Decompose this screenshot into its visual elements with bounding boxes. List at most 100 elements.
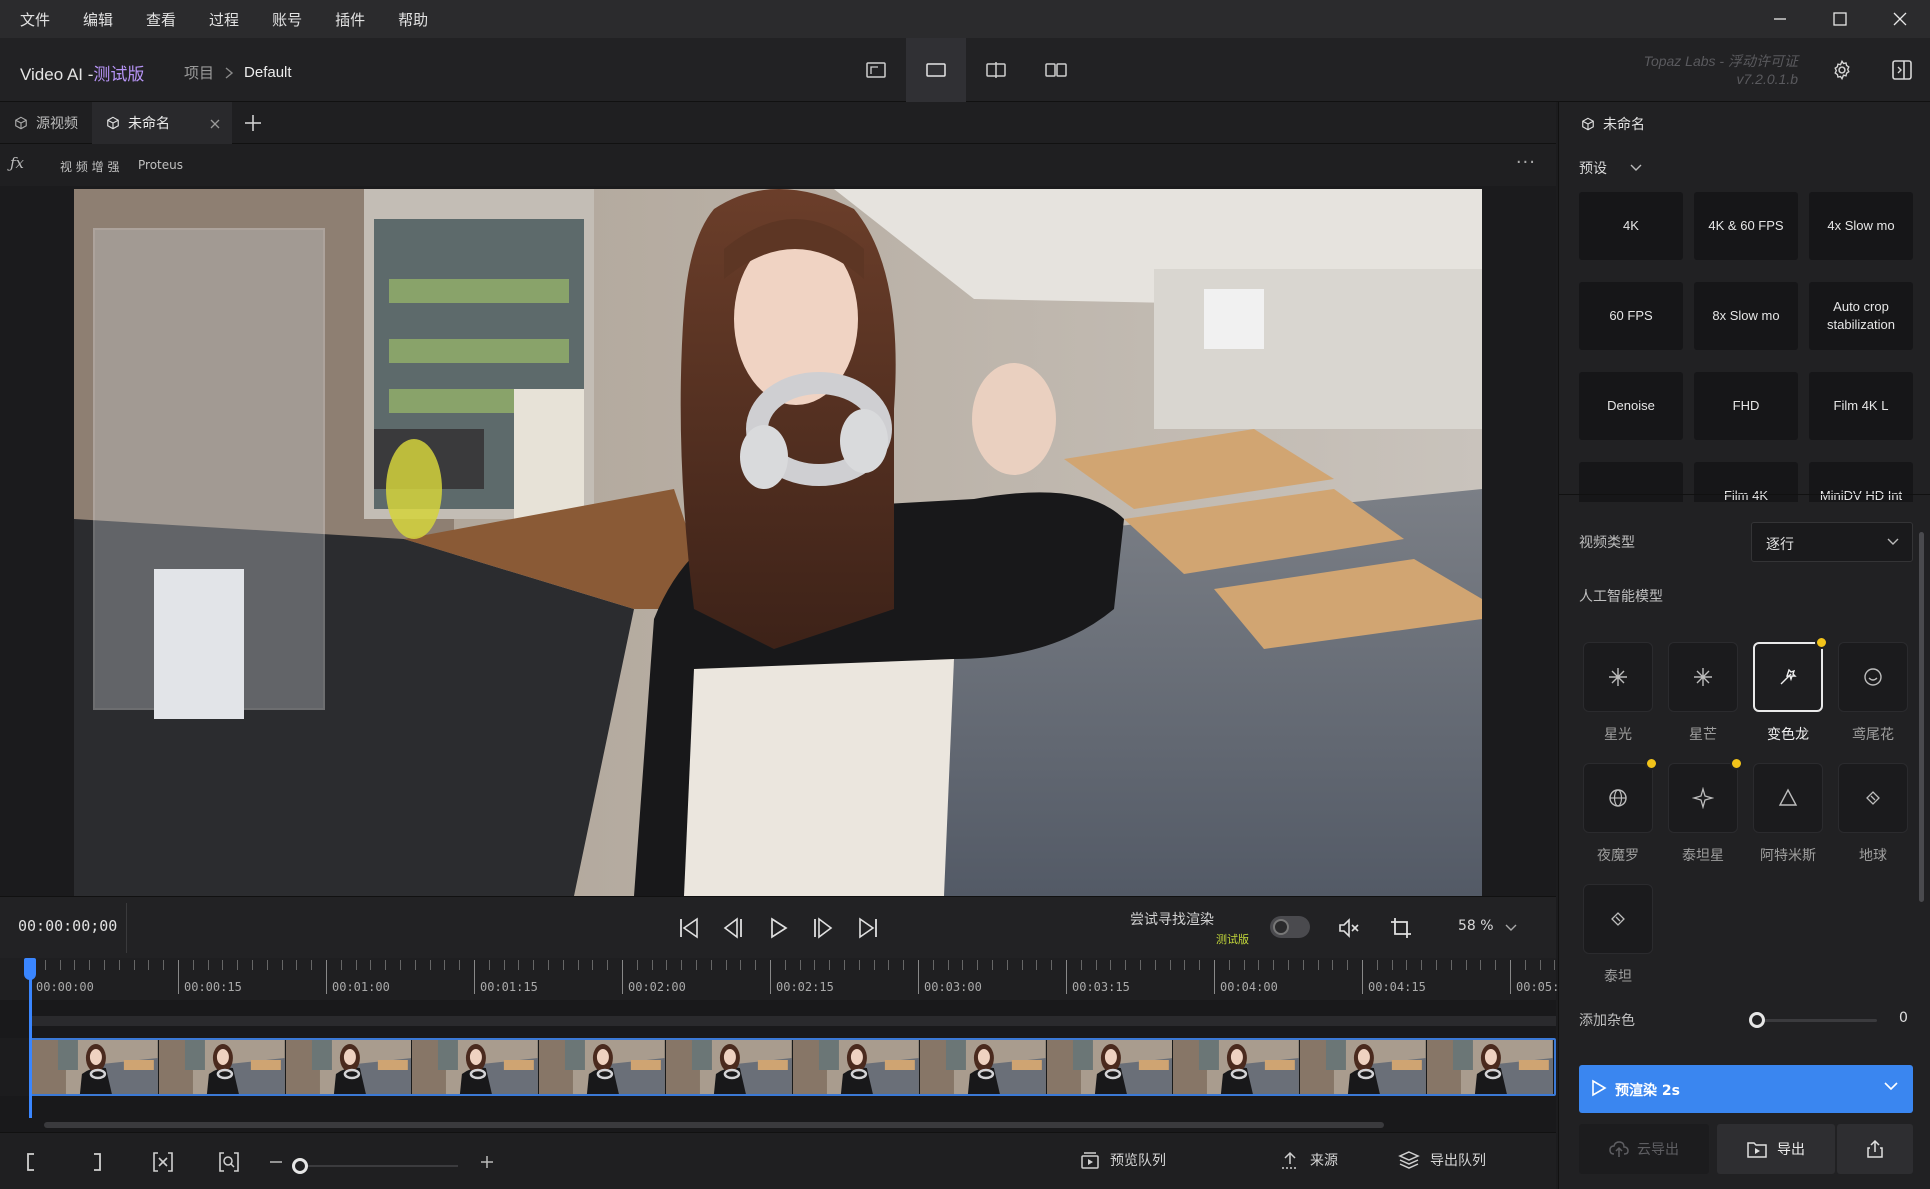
menu-help[interactable]: 帮助	[398, 9, 428, 30]
view-mode-side-by-side[interactable]	[1026, 38, 1086, 102]
auto-render-toggle[interactable]	[1270, 916, 1310, 938]
pre-render-button[interactable]: 预渲染 2s	[1579, 1065, 1913, 1113]
ai-model-tile-5[interactable]	[1668, 763, 1738, 833]
preset-1[interactable]: 4K & 60 FPS	[1694, 192, 1798, 260]
tab-close-button[interactable]	[210, 114, 220, 133]
preset-2[interactable]: 4x Slow mo	[1809, 192, 1913, 260]
preset-9[interactable]	[1579, 462, 1683, 502]
ruler-minor-tick	[222, 960, 223, 970]
presets-dropdown[interactable]: 预设	[1579, 158, 1643, 178]
tab-source-video[interactable]: 源视频	[0, 102, 92, 144]
source-button[interactable]: 来源	[1280, 1150, 1338, 1170]
maximize-icon	[1833, 12, 1847, 26]
video-frame[interactable]	[74, 189, 1482, 896]
go-to-end-button[interactable]	[853, 913, 883, 943]
source-label: 来源	[1310, 1153, 1338, 1169]
ruler-label: 00:02:15	[776, 980, 834, 994]
timecode[interactable]: 00:00:00;00	[18, 917, 117, 935]
menu-file[interactable]: 文件	[20, 9, 50, 30]
ai-model-tile-3[interactable]	[1838, 642, 1908, 712]
menu-account[interactable]: 账号	[272, 9, 302, 30]
crop-button[interactable]	[1386, 913, 1416, 943]
filmstrip-thumbnail	[792, 1040, 920, 1094]
play-button[interactable]	[763, 913, 793, 943]
playhead-handle[interactable]	[24, 958, 36, 980]
single-view-icon	[926, 63, 946, 77]
preset-8[interactable]: Film 4K L	[1809, 372, 1913, 440]
noise-slider-knob[interactable]	[1749, 1012, 1765, 1028]
enhance-chip[interactable]: 视 频 增 强	[60, 158, 119, 175]
ruler-label: 00:01:00	[332, 980, 390, 994]
ruler-minor-tick	[903, 960, 904, 970]
previous-frame-button[interactable]	[718, 913, 748, 943]
zoom-slider-knob[interactable]	[292, 1158, 308, 1174]
export-button[interactable]: 导出	[1717, 1124, 1835, 1174]
noise-slider-track[interactable]	[1757, 1019, 1877, 1022]
playhead-line[interactable]	[29, 958, 32, 1118]
more-options-icon[interactable]: ···	[1516, 152, 1536, 173]
mark-out-button[interactable]	[84, 1149, 110, 1175]
add-tab-button[interactable]	[232, 102, 274, 144]
ai-model-tile-8[interactable]	[1583, 884, 1653, 954]
preview-queue-button[interactable]: 预览队列	[1080, 1150, 1166, 1170]
maximize-button[interactable]	[1810, 0, 1870, 38]
share-button[interactable]	[1837, 1124, 1913, 1174]
panel-scrollbar[interactable]	[1919, 532, 1924, 902]
toggle-panel-button[interactable]	[1882, 50, 1922, 90]
cloud-export-button[interactable]: 云导出	[1579, 1124, 1709, 1174]
mute-button[interactable]	[1334, 913, 1364, 943]
model-chip[interactable]: Proteus	[138, 158, 183, 172]
menu-process[interactable]: 过程	[209, 9, 239, 30]
zoom-in-button[interactable]	[474, 1149, 500, 1175]
ai-model-tile-1[interactable]	[1668, 642, 1738, 712]
close-window-button[interactable]	[1870, 0, 1930, 38]
clear-marks-button[interactable]	[150, 1149, 176, 1175]
menu-view[interactable]: 查看	[146, 9, 176, 30]
timeline-ruler[interactable]: 00:00:00 00:00:15 00:01:00 00:01:15 00:02:00…	[0, 958, 1574, 1000]
view-mode-crop[interactable]	[846, 38, 906, 102]
filmstrip-thumbnail	[1046, 1040, 1174, 1094]
view-mode-single[interactable]	[906, 38, 966, 102]
preset-0[interactable]: 4K	[1579, 192, 1683, 260]
breadcrumb-projects[interactable]: 项目	[184, 62, 214, 83]
minimize-button[interactable]	[1750, 0, 1810, 38]
preset-10[interactable]: Film 4K	[1694, 462, 1798, 502]
video-type-select[interactable]: 逐行	[1751, 522, 1913, 562]
go-to-start-button[interactable]	[674, 913, 704, 943]
video-filmstrip[interactable]	[30, 1038, 1556, 1096]
ai-model-tile-2[interactable]	[1753, 642, 1823, 712]
zoom-out-button[interactable]	[263, 1149, 289, 1175]
ai-model-label-7: 地球	[1859, 848, 1887, 864]
timeline-track	[0, 1000, 1556, 1038]
ruler-label: 00:04:15	[1368, 980, 1426, 994]
ai-model-tile-4[interactable]	[1583, 763, 1653, 833]
export-queue-button[interactable]: 导出队列	[1398, 1150, 1486, 1170]
ruler-minor-tick	[666, 960, 667, 970]
ai-model-tile-0[interactable]	[1583, 642, 1653, 712]
ai-model-tile-7[interactable]	[1838, 763, 1908, 833]
zoom-to-fit-button[interactable]	[216, 1149, 242, 1175]
preset-6[interactable]: Denoise	[1579, 372, 1683, 440]
chevron-down-icon[interactable]	[1883, 1081, 1899, 1093]
fx-icon[interactable]: ƒx	[10, 154, 24, 172]
preset-4[interactable]: 8x Slow mo	[1694, 282, 1798, 350]
preset-3[interactable]: 60 FPS	[1579, 282, 1683, 350]
zoom-level[interactable]: 58 %	[1458, 918, 1494, 934]
preset-11[interactable]: MiniDV HD Int	[1809, 462, 1913, 502]
chevron-down-icon[interactable]	[1504, 923, 1518, 933]
settings-button[interactable]	[1822, 50, 1862, 90]
next-frame-button[interactable]	[808, 913, 838, 943]
menu-plugins[interactable]: 插件	[335, 9, 365, 30]
ruler-minor-tick	[163, 960, 164, 970]
menu-edit[interactable]: 编辑	[83, 9, 113, 30]
ai-model-tile-6[interactable]	[1753, 763, 1823, 833]
tab-untitled[interactable]: 未命名	[92, 102, 232, 144]
view-mode-split[interactable]	[966, 38, 1026, 102]
timeline-scrollbar[interactable]	[44, 1122, 1384, 1128]
breadcrumb-current[interactable]: Default	[244, 64, 292, 81]
preset-5[interactable]: Auto crop stabilization	[1809, 282, 1913, 350]
window-controls	[1750, 0, 1930, 38]
preset-7[interactable]: FHD	[1694, 372, 1798, 440]
zoom-slider-track[interactable]	[296, 1165, 458, 1167]
mark-in-button[interactable]	[18, 1149, 44, 1175]
